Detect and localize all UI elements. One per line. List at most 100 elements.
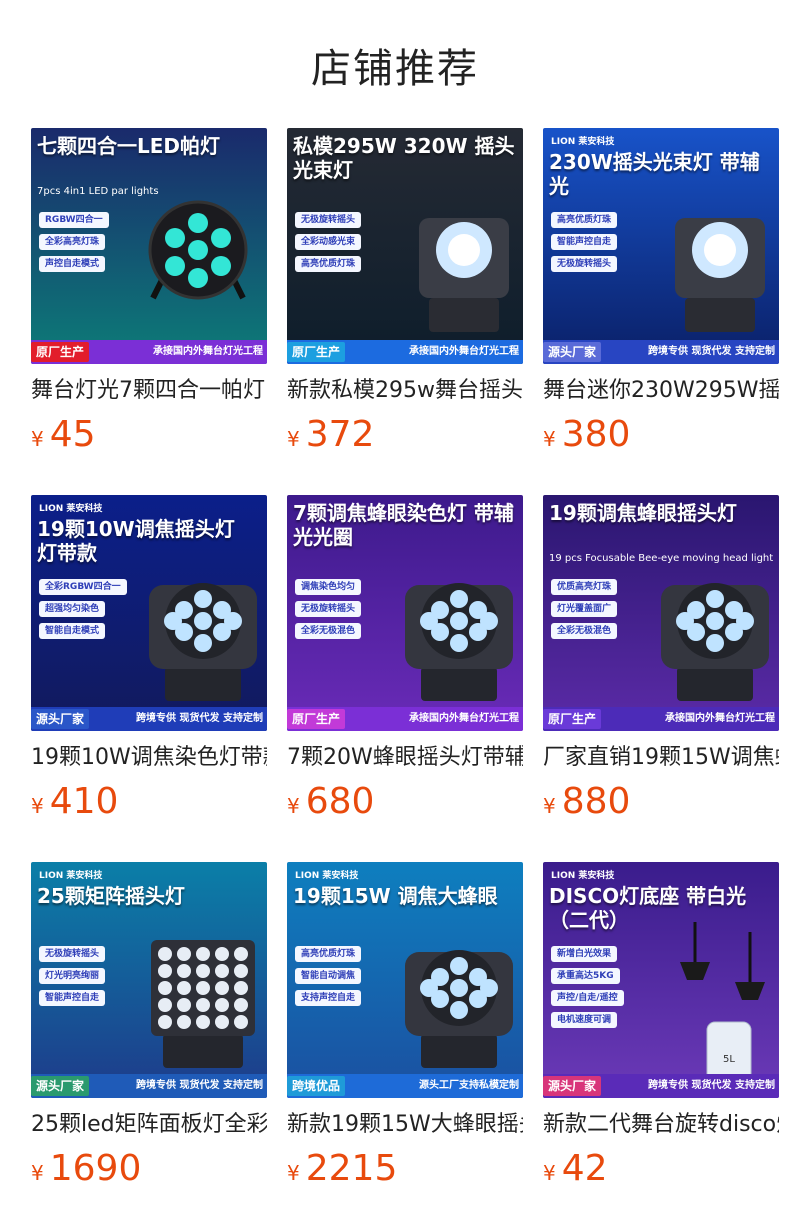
product-name[interactable]: 舞台迷你230W295W摇头光束灯 [543,376,779,406]
feature-chip: 高亮优质灯珠 [551,212,618,228]
feature-chip: 超强均匀染色 [39,601,106,617]
fixture-image [399,555,519,709]
currency-symbol: ¥ [31,794,44,818]
feature-chip: 全彩无极混色 [295,623,362,639]
image-banner: 源头厂家 跨境专供 现货代发 支持定制 [31,707,267,731]
feature-chip: RGBW四合一 [39,212,109,228]
image-headline: 私模295W 320W 摇头光束灯 [293,134,515,182]
currency-symbol: ¥ [287,427,300,451]
image-banner: 原厂生产 承接国内外舞台灯光工程 [31,340,267,364]
feature-chip: 调焦染色均匀 [295,579,362,595]
section-title: 店铺推荐 [311,46,479,92]
fixture-image [143,555,263,709]
banner-slogan: 跨境专供 现货代发 支持定制 [136,1080,263,1091]
banner-slogan: 承接国内外舞台灯光工程 [665,713,775,724]
banner-badge: 源头厂家 [31,709,90,729]
product-card[interactable]: LION 莱安科技 25颗矩阵摇头灯 无极旋转摇头 灯光明亮绚丽 智能声控自走 源头厂家 跨… [31,862,267,1192]
product-price: ¥680 [287,781,374,822]
price-value: 410 [49,781,119,822]
feature-chip: 智能声控自走 [39,990,106,1006]
product-price: ¥410 [31,781,118,822]
image-headline: 19颗调焦蜂眼摇头灯 [549,501,737,525]
feature-chip: 声控自走模式 [39,256,106,272]
currency-symbol: ¥ [31,427,44,451]
feature-chip: 全彩RGBW四合一 [39,579,127,595]
product-name[interactable]: 新款19颗15W大蜂眼摇头灯 [287,1110,523,1140]
feature-chip: 高亮优质灯珠 [295,946,362,962]
product-name[interactable]: 厂家直销19颗15W调焦蜂眼摇头灯 [543,743,779,773]
image-banner: 原厂生产 承接国内外舞台灯光工程 [287,340,523,364]
price-value: 880 [561,781,631,822]
price-value: 45 [49,414,96,455]
product-price: ¥42 [543,1148,608,1189]
feature-chip: 全彩动感光束 [295,234,362,250]
product-card[interactable]: 七颗四合一LED帕灯 7pcs 4in1 LED par lights RGBW四合… [31,128,267,458]
fixture-image [143,922,263,1076]
feature-chip: 无极旋转摇头 [551,256,618,272]
product-image[interactable]: LION 莱安科技 25颗矩阵摇头灯 无极旋转摇头 灯光明亮绚丽 智能声控自走 源头厂家 跨… [31,862,267,1098]
banner-slogan: 承接国内外舞台灯光工程 [409,346,519,357]
price-value: 372 [305,414,375,455]
feature-chip: 新增白光效果 [551,946,618,962]
image-headline: 19颗15W 调焦大蜂眼 [293,884,498,908]
product-image[interactable]: LION 莱安科技 19颗15W 调焦大蜂眼 高亮优质灯珠 智能自动调焦 支持声控自走跨… [287,862,523,1098]
currency-symbol: ¥ [287,1161,300,1185]
product-name[interactable]: 新款二代舞台旋转disco灯底座 [543,1110,779,1140]
product-image[interactable]: 7颗调焦蜂眼染色灯 带辅光光圈 调焦染色均匀 无极旋转摇头 全彩无极混色 原厂生产 承接国… [287,495,523,731]
brand-logo: LION 莱安科技 [295,871,359,881]
product-image[interactable]: LION 莱安科技 19颗10W调焦摇头灯 灯带款 全彩RGBW四合一 超强均匀染色智… [31,495,267,731]
price-value: 2215 [305,1148,398,1189]
product-price: ¥1690 [31,1148,141,1189]
feature-chip: 全彩无极混色 [551,623,618,639]
feature-chip: 灯光明亮绚丽 [39,968,106,984]
product-card[interactable]: LION 莱安科技 19颗15W 调焦大蜂眼 高亮优质灯珠 智能自动调焦 支持声控自走跨… [287,862,523,1192]
product-image[interactable]: LION 莱安科技 DISCO灯底座 带白光（二代） 新增白光效果 承重高达5KG 声控… [543,862,779,1098]
product-price: ¥880 [543,781,630,822]
feature-chip: 智能自动调焦 [295,968,362,984]
product-card[interactable]: 19颗调焦蜂眼摇头灯 19 pcs Focusable Bee-eye movin… [543,495,779,825]
brand-logo: LION 莱安科技 [551,871,615,881]
price-value: 1690 [49,1148,142,1189]
product-name[interactable]: 25颗led矩阵面板灯全彩摇头灯 [31,1110,267,1140]
product-card[interactable]: 私模295W 320W 摇头光束灯无极旋转摇头 全彩动感光束 高亮优质灯珠原厂生产 承… [287,128,523,458]
price-value: 42 [561,1148,608,1189]
banner-badge: 源头厂家 [543,1076,602,1096]
product-price: ¥2215 [287,1148,397,1189]
feature-chip: 灯光覆盖面广 [551,601,618,617]
banner-badge: 原厂生产 [543,709,602,729]
fixture-image [133,188,263,322]
product-name[interactable]: 舞台灯光7颗四合一帕灯 [31,376,267,406]
product-name[interactable]: 新款私模295w舞台摇头光束灯 [287,376,523,406]
product-image[interactable]: 私模295W 320W 摇头光束灯无极旋转摇头 全彩动感光束 高亮优质灯珠原厂生产 承… [287,128,523,364]
banner-badge: 跨境优品 [287,1076,346,1096]
feature-chip: 无极旋转摇头 [295,212,362,228]
image-banner: 跨境优品 源头工厂支持私模定制 [287,1074,523,1098]
product-image[interactable]: 七颗四合一LED帕灯 7pcs 4in1 LED par lights RGBW四合… [31,128,267,364]
product-card[interactable]: LION 莱安科技 19颗10W调焦摇头灯 灯带款 全彩RGBW四合一 超强均匀染色智… [31,495,267,825]
image-banner: 原厂生产 承接国内外舞台灯光工程 [543,707,779,731]
product-card[interactable]: LION 莱安科技 DISCO灯底座 带白光（二代） 新增白光效果 承重高达5KG 声控… [543,862,779,1192]
price-value: 680 [305,781,375,822]
product-price: ¥380 [543,414,630,455]
brand-logo: LION 莱安科技 [551,137,615,147]
product-name[interactable]: 19颗10W调焦染色灯带款 [31,743,267,773]
banner-badge: 源头厂家 [31,1076,90,1096]
product-card[interactable]: LION 莱安科技 230W摇头光束灯 带辅光 高亮优质灯珠 智能声控自走 无极旋转摇头… [543,128,779,458]
feature-chip: 高亮优质灯珠 [295,256,362,272]
currency-symbol: ¥ [287,794,300,818]
product-name[interactable]: 7颗20W蜂眼摇头灯带辅光光圈 [287,743,523,773]
brand-logo: LION 莱安科技 [39,504,103,514]
product-price: ¥45 [31,414,96,455]
currency-symbol: ¥ [543,427,556,451]
product-image[interactable]: LION 莱安科技 230W摇头光束灯 带辅光 高亮优质灯珠 智能声控自走 无极旋转摇头… [543,128,779,364]
product-image[interactable]: 19颗调焦蜂眼摇头灯 19 pcs Focusable Bee-eye movin… [543,495,779,731]
banner-slogan: 源头工厂支持私模定制 [419,1080,519,1091]
currency-symbol: ¥ [543,794,556,818]
feature-chip: 智能声控自走 [551,234,618,250]
price-value: 380 [561,414,631,455]
feature-chip: 声控/自走/遥控 [551,990,624,1006]
image-headline: 25颗矩阵摇头灯 [37,884,185,908]
feature-chip: 智能自走模式 [39,623,106,639]
feature-chip: 优质高亮灯珠 [551,579,618,595]
product-card[interactable]: 7颗调焦蜂眼染色灯 带辅光光圈 调焦染色均匀 无极旋转摇头 全彩无极混色 原厂生产 承接国… [287,495,523,825]
